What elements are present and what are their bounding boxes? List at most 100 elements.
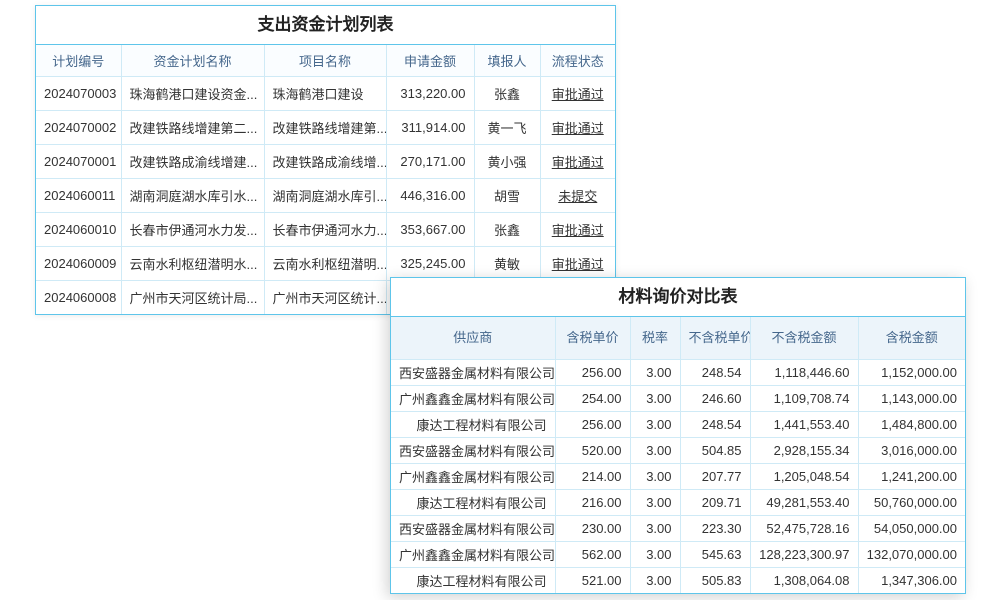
cell-plan[interactable]: 云南水利枢纽潜明水... <box>121 246 264 280</box>
cell-unit_price_tax: 562.00 <box>555 541 630 567</box>
cell-supplier[interactable]: 康达工程材料有限公司 <box>391 567 555 593</box>
cell-amount_no_tax: 1,308,064.08 <box>750 567 858 593</box>
cell-unit_price_tax: 216.00 <box>555 489 630 515</box>
cell-supplier[interactable]: 西安盛器金属材料有限公司 <box>391 437 555 463</box>
table-row[interactable]: 西安盛器金属材料有限公司230.003.00223.3052,475,728.1… <box>391 515 965 541</box>
cell-supplier[interactable]: 康达工程材料有限公司 <box>391 411 555 437</box>
cell-person[interactable]: 黄一飞 <box>474 110 540 144</box>
table-row[interactable]: 西安盛器金属材料有限公司256.003.00248.541,118,446.60… <box>391 359 965 385</box>
cell-amount: 270,171.00 <box>386 144 474 178</box>
cell-plan[interactable]: 改建铁路成渝线增建... <box>121 144 264 178</box>
cell-plan[interactable]: 湖南洞庭湖水库引水... <box>121 178 264 212</box>
cell-tax_rate: 3.00 <box>630 541 680 567</box>
cell-plan[interactable]: 改建铁路线增建第二... <box>121 110 264 144</box>
cell-status[interactable]: 审批通过 <box>540 110 615 144</box>
cell-amount_tax: 1,347,306.00 <box>858 567 965 593</box>
table-row[interactable]: 康达工程材料有限公司216.003.00209.7149,281,553.405… <box>391 489 965 515</box>
table-row[interactable]: 西安盛器金属材料有限公司520.003.00504.852,928,155.34… <box>391 437 965 463</box>
table-row[interactable]: 2024060011湖南洞庭湖水库引水...湖南洞庭湖水库引...446,316… <box>36 178 615 212</box>
cell-tax_rate: 3.00 <box>630 567 680 593</box>
cell-unit_price_tax: 520.00 <box>555 437 630 463</box>
column-header-unit_price_no_tax: 不含税单价 <box>680 317 750 359</box>
cell-status[interactable]: 未提交 <box>540 178 615 212</box>
cell-id[interactable]: 2024060008 <box>36 280 121 314</box>
expenditure-plan-panel: 支出资金计划列表 计划编号资金计划名称项目名称申请金额填报人流程状态202407… <box>35 5 616 315</box>
cell-amount: 313,220.00 <box>386 76 474 110</box>
cell-id[interactable]: 2024060010 <box>36 212 121 246</box>
cell-id[interactable]: 2024070002 <box>36 110 121 144</box>
cell-person[interactable]: 黄小强 <box>474 144 540 178</box>
cell-supplier[interactable]: 广州鑫鑫金属材料有限公司 <box>391 385 555 411</box>
cell-amount_tax: 132,070,000.00 <box>858 541 965 567</box>
cell-unit_price_no_tax: 248.54 <box>680 411 750 437</box>
cell-amount_tax: 1,143,000.00 <box>858 385 965 411</box>
table-row[interactable]: 广州鑫鑫金属材料有限公司214.003.00207.771,205,048.54… <box>391 463 965 489</box>
cell-person[interactable]: 胡雪 <box>474 178 540 212</box>
cell-amount_no_tax: 128,223,300.97 <box>750 541 858 567</box>
cell-project[interactable]: 改建铁路成渝线增... <box>264 144 386 178</box>
column-header-status: 流程状态 <box>540 45 615 76</box>
cell-id[interactable]: 2024060009 <box>36 246 121 280</box>
cell-supplier[interactable]: 西安盛器金属材料有限公司 <box>391 515 555 541</box>
cell-project[interactable]: 改建铁路线增建第... <box>264 110 386 144</box>
column-header-plan: 资金计划名称 <box>121 45 264 76</box>
cell-amount_no_tax: 1,109,708.74 <box>750 385 858 411</box>
column-header-unit_price_tax: 含税单价 <box>555 317 630 359</box>
cell-amount_no_tax: 1,205,048.54 <box>750 463 858 489</box>
cell-person[interactable]: 张鑫 <box>474 212 540 246</box>
table-row[interactable]: 2024060009云南水利枢纽潜明水...云南水利枢纽潜明...325,245… <box>36 246 615 280</box>
cell-tax_rate: 3.00 <box>630 463 680 489</box>
table-row[interactable]: 2024070002改建铁路线增建第二...改建铁路线增建第...311,914… <box>36 110 615 144</box>
cell-amount: 446,316.00 <box>386 178 474 212</box>
table-row[interactable]: 2024060010长春市伊通河水力发...长春市伊通河水力...353,667… <box>36 212 615 246</box>
cell-status[interactable]: 审批通过 <box>540 212 615 246</box>
cell-project[interactable]: 珠海鹤港口建设 <box>264 76 386 110</box>
column-header-supplier: 供应商 <box>391 317 555 359</box>
cell-supplier[interactable]: 广州鑫鑫金属材料有限公司 <box>391 463 555 489</box>
cell-project[interactable]: 长春市伊通河水力... <box>264 212 386 246</box>
cell-amount_tax: 3,016,000.00 <box>858 437 965 463</box>
cell-status[interactable]: 审批通过 <box>540 246 615 280</box>
material-quote-panel: 材料询价对比表 供应商含税单价税率不含税单价不含税金额含税金额西安盛器金属材料有… <box>390 277 966 594</box>
column-header-amount_no_tax: 不含税金额 <box>750 317 858 359</box>
cell-amount_tax: 1,152,000.00 <box>858 359 965 385</box>
cell-person[interactable]: 黄敏 <box>474 246 540 280</box>
cell-amount: 353,667.00 <box>386 212 474 246</box>
column-header-id: 计划编号 <box>36 45 121 76</box>
table-row[interactable]: 广州鑫鑫金属材料有限公司254.003.00246.601,109,708.74… <box>391 385 965 411</box>
cell-plan[interactable]: 珠海鹤港口建设资金... <box>121 76 264 110</box>
cell-project[interactable]: 云南水利枢纽潜明... <box>264 246 386 280</box>
cell-project[interactable]: 广州市天河区统计... <box>264 280 386 314</box>
cell-plan[interactable]: 长春市伊通河水力发... <box>121 212 264 246</box>
table-row[interactable]: 2024070003珠海鹤港口建设资金...珠海鹤港口建设313,220.00张… <box>36 76 615 110</box>
cell-amount_no_tax: 52,475,728.16 <box>750 515 858 541</box>
table-row[interactable]: 康达工程材料有限公司521.003.00505.831,308,064.081,… <box>391 567 965 593</box>
table-row[interactable]: 2024070001改建铁路成渝线增建...改建铁路成渝线增...270,171… <box>36 144 615 178</box>
cell-supplier[interactable]: 西安盛器金属材料有限公司 <box>391 359 555 385</box>
cell-status[interactable]: 审批通过 <box>540 76 615 110</box>
cell-unit_price_no_tax: 545.63 <box>680 541 750 567</box>
header-row: 计划编号资金计划名称项目名称申请金额填报人流程状态 <box>36 45 615 76</box>
cell-unit_price_tax: 256.00 <box>555 411 630 437</box>
header-row: 供应商含税单价税率不含税单价不含税金额含税金额 <box>391 317 965 359</box>
cell-tax_rate: 3.00 <box>630 437 680 463</box>
cell-project[interactable]: 湖南洞庭湖水库引... <box>264 178 386 212</box>
cell-status[interactable]: 审批通过 <box>540 144 615 178</box>
cell-id[interactable]: 2024070001 <box>36 144 121 178</box>
cell-supplier[interactable]: 广州鑫鑫金属材料有限公司 <box>391 541 555 567</box>
cell-id[interactable]: 2024060011 <box>36 178 121 212</box>
cell-unit_price_tax: 254.00 <box>555 385 630 411</box>
table-row[interactable]: 康达工程材料有限公司256.003.00248.541,441,553.401,… <box>391 411 965 437</box>
cell-plan[interactable]: 广州市天河区统计局... <box>121 280 264 314</box>
cell-amount_no_tax: 2,928,155.34 <box>750 437 858 463</box>
cell-unit_price_no_tax: 246.60 <box>680 385 750 411</box>
table-row[interactable]: 广州鑫鑫金属材料有限公司562.003.00545.63128,223,300.… <box>391 541 965 567</box>
expenditure-plan-title: 支出资金计划列表 <box>36 6 615 45</box>
cell-amount_tax: 54,050,000.00 <box>858 515 965 541</box>
cell-amount: 325,245.00 <box>386 246 474 280</box>
cell-supplier[interactable]: 康达工程材料有限公司 <box>391 489 555 515</box>
cell-person[interactable]: 张鑫 <box>474 76 540 110</box>
cell-amount: 311,914.00 <box>386 110 474 144</box>
cell-unit_price_no_tax: 223.30 <box>680 515 750 541</box>
cell-id[interactable]: 2024070003 <box>36 76 121 110</box>
